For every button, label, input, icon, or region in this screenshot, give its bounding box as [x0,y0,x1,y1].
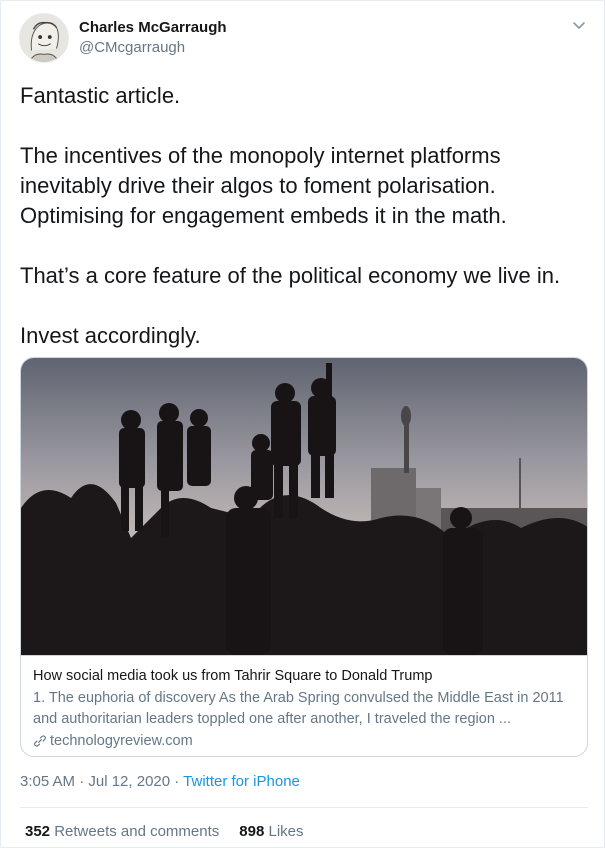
author-name[interactable]: Charles McGarraugh [79,19,227,36]
divider [20,807,588,808]
tweet-line: Invest accordingly. [20,323,201,348]
tweet-line-gap [20,231,590,261]
tweet-timestamp: 3:05 AM · Jul 12, 2020 · Twitter for iPh… [20,773,300,790]
chevron-down-icon[interactable] [571,17,587,33]
avatar-illustration [20,14,68,62]
tweet-line: The incentives of the monopoly internet … [20,143,501,168]
tweet-line: Fantastic article. [20,83,181,108]
likes-stat[interactable]: 898 Likes [239,823,303,840]
tweet-header: Charles McGarraugh @CMcgarraugh [19,13,589,65]
link-domain: technologyreview.com [50,733,193,749]
tweet-line: That’s a core feature of the political e… [20,263,561,288]
tweet-stats: 352 Retweets and comments 898 Likes [25,823,304,840]
tweet-line: Optimising for engagement embeds it in t… [20,203,507,228]
likes-label: Likes [268,823,304,840]
link-preview-image[interactable] [21,358,587,655]
link-icon [34,735,46,747]
author-handle[interactable]: @CMcgarraugh [79,39,185,56]
link-preview-card[interactable]: How social media took us from Tahrir Squ… [20,357,588,757]
link-title[interactable]: How social media took us from Tahrir Squ… [33,666,577,686]
tweet-line: inevitably drive their algos to foment p… [20,173,496,198]
likes-count: 898 [239,823,265,840]
link-preview-meta[interactable]: How social media took us from Tahrir Squ… [21,655,587,756]
avatar[interactable] [19,13,69,63]
retweets-count: 352 [25,823,51,840]
tweet-text: Fantastic article. The incentives of the… [20,81,590,351]
link-domain-row: technologyreview.com [33,731,577,751]
retweets-stat[interactable]: 352 Retweets and comments [25,823,219,840]
link-description: 1. The euphoria of discovery As the Arab… [33,690,564,727]
retweets-label: Retweets and comments [54,823,220,840]
tweet-line-gap [20,111,590,141]
tweet-time[interactable]: 3:05 AM · Jul 12, 2020 · [20,773,183,790]
tweet-card: Charles McGarraugh @CMcgarraugh Fantasti… [0,0,605,848]
silhouette-crowd-photo [21,358,587,655]
tweet-source-link[interactable]: Twitter for iPhone [183,773,300,790]
tweet-line-gap [20,291,590,321]
